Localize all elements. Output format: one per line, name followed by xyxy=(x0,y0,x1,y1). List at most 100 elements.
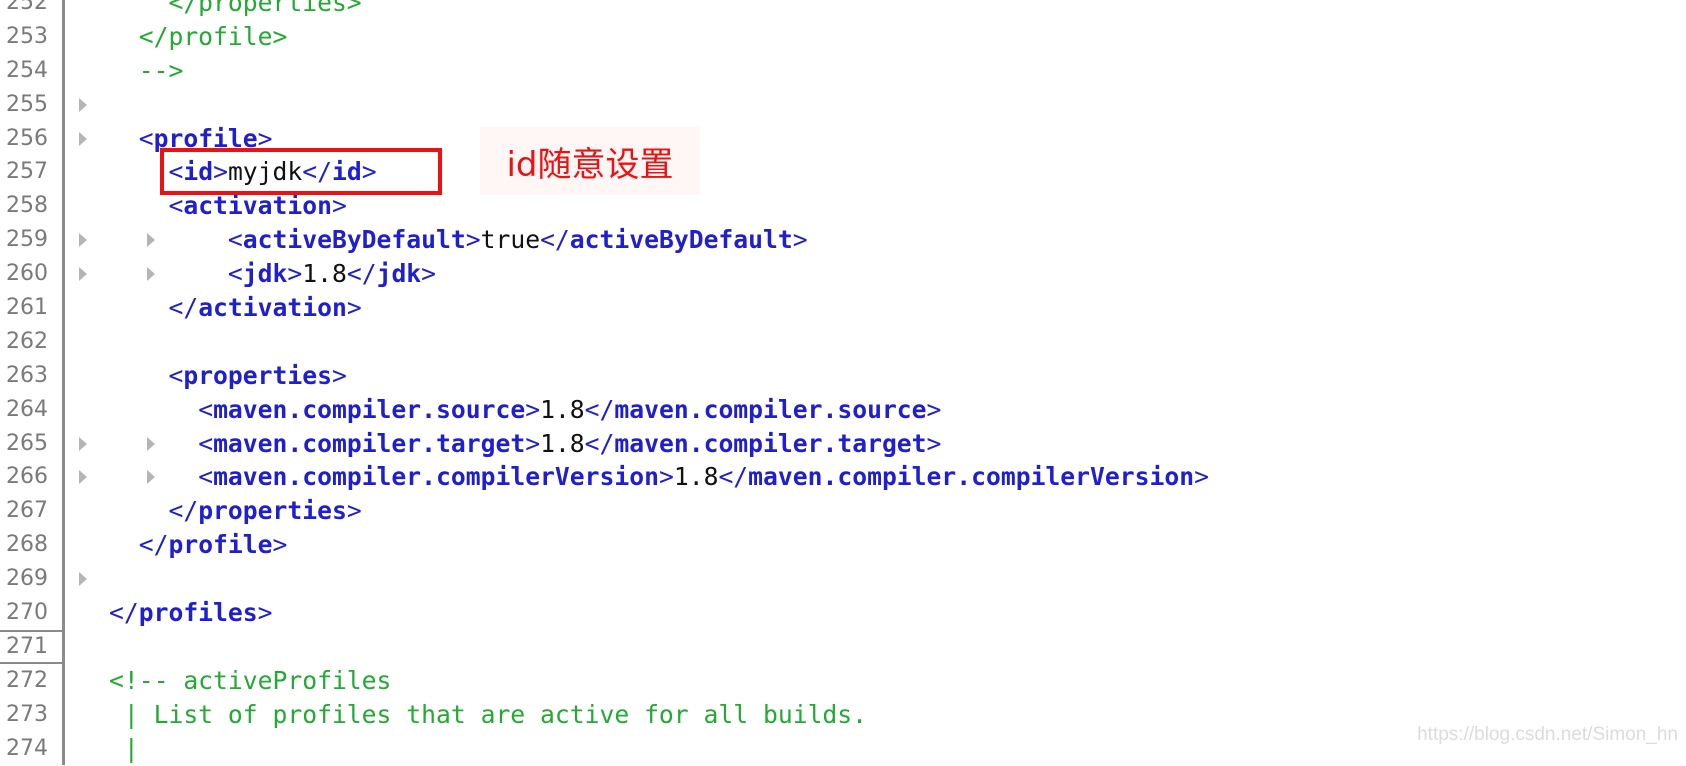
code-text: </activation> xyxy=(109,291,361,325)
bracket-token: < xyxy=(168,360,184,390)
line-number: 260 xyxy=(6,261,48,287)
line-number: 262 xyxy=(6,328,48,354)
code-text: <properties> xyxy=(109,359,347,393)
bracket-token: > xyxy=(331,191,347,221)
annotation-note: id随意设置 xyxy=(480,127,700,195)
code-line[interactable]: 266 <maven.compiler.compilerVersion>1.8<… xyxy=(0,460,1686,495)
code-line[interactable]: 267 </properties> xyxy=(0,494,1686,529)
line-gutter: 271 xyxy=(0,629,65,664)
line-gutter: 260 xyxy=(0,257,65,292)
tag-name-token: jdk xyxy=(242,259,288,289)
fold-arrow-icon[interactable] xyxy=(79,572,87,587)
line-gutter: 262 xyxy=(0,324,65,359)
code-text: <maven.compiler.source>1.8</maven.compil… xyxy=(109,393,941,427)
code-line[interactable]: 252 </properties> xyxy=(0,0,1686,20)
line-gutter: 256 xyxy=(0,121,65,156)
tag-name-token: maven.compiler.source xyxy=(614,394,927,424)
text-token: 1.8 xyxy=(540,394,585,424)
tag-name-token: activeByDefault xyxy=(569,225,793,255)
comment-token: <!-- activeProfiles xyxy=(109,665,392,695)
line-number: 273 xyxy=(6,701,48,727)
bracket-token: > xyxy=(331,360,347,390)
bracket-token: > xyxy=(658,462,674,492)
tag-name-token: activation xyxy=(198,293,347,323)
line-number: 252 xyxy=(6,0,48,15)
line-number: 269 xyxy=(6,566,48,592)
line-gutter: 259 xyxy=(0,223,65,258)
code-line[interactable]: 265 <maven.compiler.target>1.8</maven.co… xyxy=(0,426,1686,461)
bracket-token: > xyxy=(272,530,288,560)
code-line[interactable]: 261 </activation> xyxy=(0,291,1686,325)
code-text: </profile> xyxy=(109,20,288,54)
code-line[interactable]: 271 xyxy=(0,629,1686,664)
fold-arrow-icon[interactable] xyxy=(79,470,87,485)
line-number: 271 xyxy=(6,633,48,659)
fold-arrow-icon[interactable] xyxy=(79,233,87,248)
line-gutter: 257 xyxy=(0,155,65,190)
code-line[interactable]: 253 </profile> xyxy=(0,19,1686,54)
code-text: <jdk>1.8</jdk> xyxy=(109,257,436,291)
code-text: | xyxy=(109,732,139,766)
tag-name-token: maven.compiler.target xyxy=(213,428,526,458)
line-number: 254 xyxy=(6,57,48,83)
line-number: 259 xyxy=(6,227,48,253)
line-gutter: 268 xyxy=(0,528,65,563)
tag-name-token: activeByDefault xyxy=(242,225,466,255)
bracket-token: > xyxy=(525,394,541,424)
line-gutter: 263 xyxy=(0,358,65,393)
code-text: <maven.compiler.target>1.8</maven.compil… xyxy=(109,427,941,461)
code-line[interactable]: 255 xyxy=(0,87,1686,122)
code-line[interactable]: 263 <properties> xyxy=(0,358,1686,393)
code-line[interactable]: 269 xyxy=(0,562,1686,597)
line-number: 261 xyxy=(6,295,48,321)
line-gutter: 266 xyxy=(0,460,65,495)
code-line[interactable]: 264 <maven.compiler.source>1.8</maven.co… xyxy=(0,392,1686,427)
line-gutter: 255 xyxy=(0,87,65,122)
tag-name-token: maven.compiler.source xyxy=(213,394,526,424)
code-line[interactable]: 268 </profile> xyxy=(0,528,1686,563)
line-number: 258 xyxy=(6,193,48,219)
code-line[interactable]: 260 <jdk>1.8</jdk> xyxy=(0,257,1686,292)
line-gutter: 261 xyxy=(0,291,65,325)
code-line[interactable]: 254 --> xyxy=(0,53,1686,88)
code-line[interactable]: 259 <activeByDefault>true</activeByDefau… xyxy=(0,223,1686,258)
bracket-token: </ xyxy=(346,259,377,289)
bracket-token: < xyxy=(227,259,243,289)
line-number: 272 xyxy=(6,667,48,693)
code-line[interactable]: 270 </profiles> xyxy=(0,596,1686,630)
text-token: 1.8 xyxy=(673,462,719,492)
fold-arrow-icon[interactable] xyxy=(79,131,87,146)
bracket-token: > xyxy=(257,598,273,628)
comment-token: </properties> xyxy=(109,0,362,17)
bracket-token: > xyxy=(525,428,541,458)
text-token: 1.8 xyxy=(540,428,585,458)
fold-arrow-icon[interactable] xyxy=(79,97,87,112)
code-text: <activeByDefault>true</activeByDefault> xyxy=(109,223,808,257)
code-text: --> xyxy=(109,54,184,88)
bracket-token: </ xyxy=(138,530,169,560)
bracket-token: > xyxy=(926,394,942,424)
text-token: 1.8 xyxy=(302,259,347,289)
comment-token: | List of profiles that are active for a… xyxy=(109,699,868,729)
line-gutter: 254 xyxy=(0,53,65,88)
code-line[interactable]: 262 xyxy=(0,324,1686,359)
fold-arrow-icon[interactable] xyxy=(79,436,87,451)
code-editor[interactable]: 252 </properties> 253 </profile> 254 --> 25… xyxy=(0,0,1686,766)
line-gutter: 253 xyxy=(0,19,65,54)
fold-arrow-icon[interactable] xyxy=(79,267,87,282)
line-gutter: 267 xyxy=(0,494,65,529)
bracket-token: </ xyxy=(718,462,749,492)
bracket-token: > xyxy=(926,428,942,458)
code-line[interactable]: 272 <!-- activeProfiles xyxy=(0,663,1686,698)
tag-name-token: properties xyxy=(198,496,347,526)
line-gutter: 273 xyxy=(0,697,65,732)
code-text: | List of profiles that are active for a… xyxy=(109,698,867,732)
